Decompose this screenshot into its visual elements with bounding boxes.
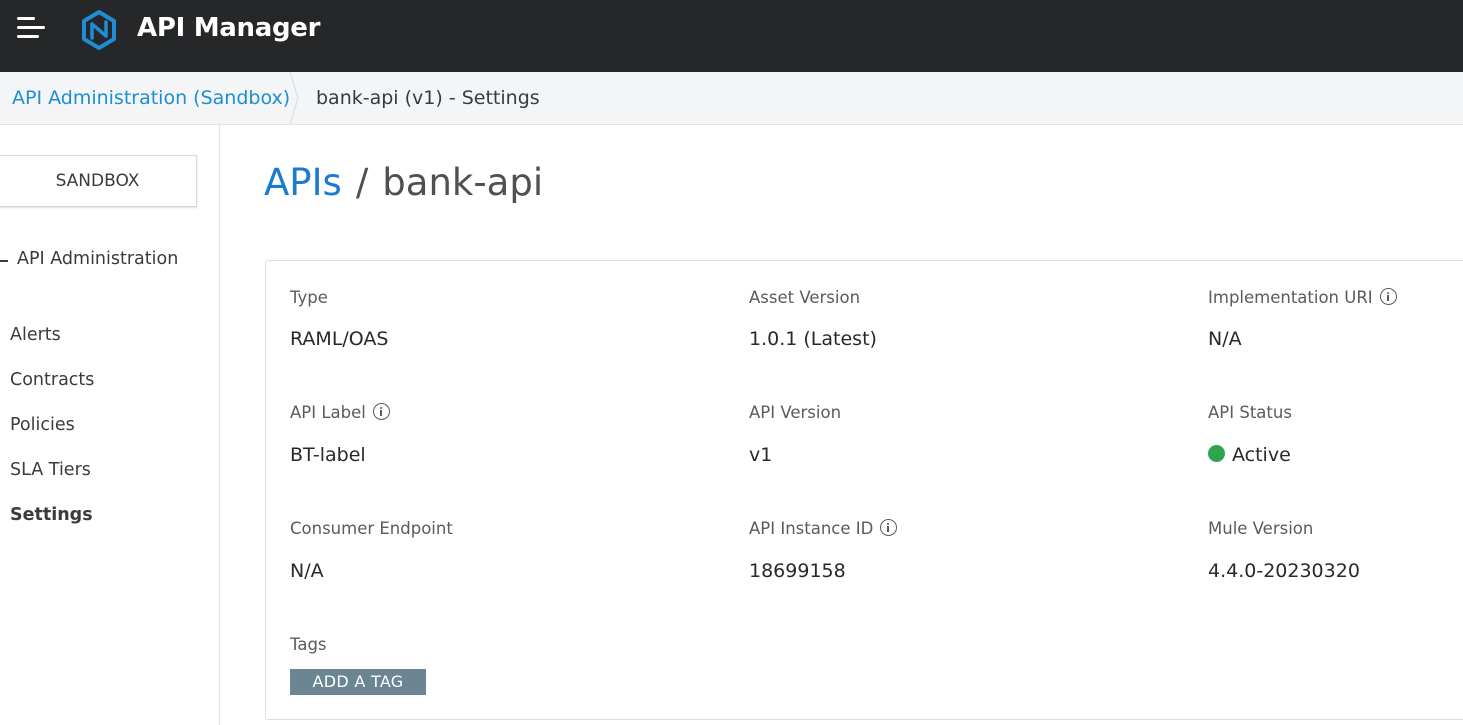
sidebar-item-settings[interactable]: Settings [10, 505, 93, 525]
type-value: RAML/OAS [290, 328, 389, 350]
api-status-value: Active [1232, 444, 1291, 466]
breadcrumb: API Administration (Sandbox) bank-api (v… [0, 72, 1463, 125]
info-icon[interactable] [1379, 288, 1397, 305]
sidebar: SANDBOX API Administration Alerts Contra… [0, 125, 220, 725]
sidebar-section-label: API Administration [17, 249, 179, 269]
api-manager-logo-icon [82, 10, 116, 50]
info-icon[interactable] [880, 519, 898, 536]
breadcrumb-current: bank-api (v1) - Settings [316, 87, 540, 109]
sidebar-item-sla-tiers[interactable]: SLA Tiers [10, 460, 91, 480]
implementation-uri-label: Implementation URI [1208, 288, 1373, 307]
api-name: bank-api [382, 161, 544, 204]
consumer-endpoint-label: Consumer Endpoint [290, 519, 453, 538]
title-separator: / [355, 161, 369, 204]
environment-selector[interactable]: SANDBOX [0, 155, 197, 207]
add-tag-button[interactable]: ADD A TAG [290, 669, 426, 695]
collapse-dash-icon [0, 260, 8, 262]
api-version-label: API Version [749, 403, 842, 422]
mule-version-label: Mule Version [1208, 519, 1314, 538]
asset-version-value: 1.0.1 (Latest) [749, 328, 877, 350]
type-label: Type [290, 288, 328, 307]
api-label-value: BT-label [290, 444, 366, 466]
breadcrumb-parent-link[interactable]: API Administration (Sandbox) [12, 87, 290, 109]
api-details-card: Type RAML/OAS Asset Version 1.0.1 (Lates… [265, 260, 1463, 720]
api-instance-id-label: API Instance ID [749, 519, 874, 538]
api-status-value-group: Active [1208, 444, 1291, 466]
api-version-value: v1 [749, 444, 773, 466]
sidebar-item-contracts[interactable]: Contracts [10, 370, 94, 390]
page-title: APIs / bank-api [264, 161, 543, 204]
apis-link[interactable]: APIs [264, 161, 342, 204]
api-label-label: API Label [290, 403, 366, 422]
tags-label: Tags [290, 635, 327, 654]
api-instance-id-label-group: API Instance ID [749, 519, 898, 538]
sidebar-item-policies[interactable]: Policies [10, 415, 75, 435]
info-icon[interactable] [372, 403, 390, 420]
sidebar-item-alerts[interactable]: Alerts [10, 325, 61, 345]
app-title: API Manager [137, 13, 321, 43]
api-status-label: API Status [1208, 403, 1292, 422]
api-instance-id-value: 18699158 [749, 560, 846, 582]
implementation-uri-label-group: Implementation URI [1208, 288, 1397, 307]
asset-version-label: Asset Version [749, 288, 861, 307]
implementation-uri-value: N/A [1208, 328, 1242, 350]
api-label-label-group: API Label [290, 403, 390, 422]
top-bar: API Manager [0, 0, 1463, 72]
hamburger-menu-icon[interactable] [17, 14, 49, 42]
mule-version-value: 4.4.0-20230320 [1208, 560, 1360, 582]
breadcrumb-separator-icon [289, 72, 299, 125]
consumer-endpoint-value: N/A [290, 560, 324, 582]
status-active-dot-icon [1208, 445, 1225, 462]
